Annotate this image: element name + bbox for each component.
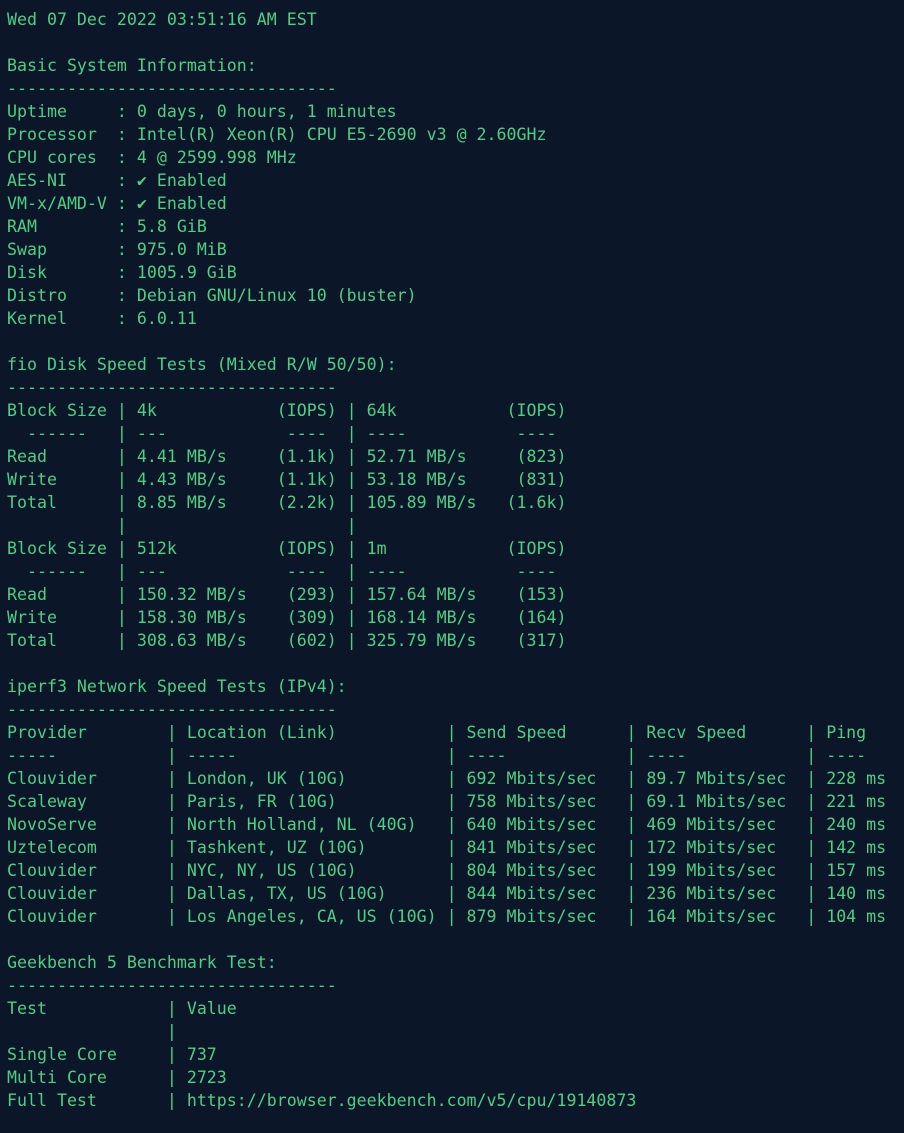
iperf-table-separator: ----- | ----- | ---- | ---- | ---- xyxy=(7,746,867,765)
fio-table-separator: ------ | --- ---- | ---- ---- xyxy=(7,562,557,581)
geekbench-table-spacer: | xyxy=(7,1022,177,1041)
iperf-table-header: Provider | Location (Link) | Send Speed … xyxy=(7,723,867,742)
fio-table-header: Block Size | 512k (IOPS) | 1m (IOPS) xyxy=(7,539,567,558)
section-divider: --------------------------------- xyxy=(7,976,337,995)
iperf-table-row: Clouvider | Los Angeles, CA, US (10G) | … xyxy=(7,907,887,926)
section-heading-geekbench: Geekbench 5 Benchmark Test: xyxy=(7,953,277,972)
iperf-table-row: Clouvider | London, UK (10G) | 692 Mbits… xyxy=(7,769,887,788)
section-heading-basic-system: Basic System Information: xyxy=(7,56,257,75)
info-vm-x: VM-x/AMD-V : ✔ Enabled xyxy=(7,194,227,213)
iperf-table-row: Clouvider | NYC, NY, US (10G) | 804 Mbit… xyxy=(7,861,887,880)
info-processor: Processor : Intel(R) Xeon(R) CPU E5-2690… xyxy=(7,125,547,144)
fio-table-row: Write | 158.30 MB/s (309) | 168.14 MB/s … xyxy=(7,608,567,627)
geekbench-full-test-link: Full Test | https://browser.geekbench.co… xyxy=(7,1091,637,1110)
terminal-output: Wed 07 Dec 2022 03:51:16 AM EST Basic Sy… xyxy=(0,0,904,1133)
fio-table-row: Total | 8.85 MB/s (2.2k) | 105.89 MB/s (… xyxy=(7,493,567,512)
fio-table-row: Write | 4.43 MB/s (1.1k) | 53.18 MB/s (8… xyxy=(7,470,567,489)
iperf-table-row: Uztelecom | Tashkent, UZ (10G) | 841 Mbi… xyxy=(7,838,887,857)
fio-table-header: Block Size | 4k (IOPS) | 64k (IOPS) xyxy=(7,401,567,420)
iperf-table-row: Scaleway | Paris, FR (10G) | 758 Mbits/s… xyxy=(7,792,887,811)
timestamp-line: Wed 07 Dec 2022 03:51:16 AM EST xyxy=(7,10,317,29)
info-distro: Distro : Debian GNU/Linux 10 (buster) xyxy=(7,286,417,305)
fio-table-row: Total | 308.63 MB/s (602) | 325.79 MB/s … xyxy=(7,631,567,650)
fio-table-spacer: | | xyxy=(7,516,357,535)
info-ram: RAM : 5.8 GiB xyxy=(7,217,207,236)
section-heading-fio: fio Disk Speed Tests (Mixed R/W 50/50): xyxy=(7,355,397,374)
geekbench-multi-core: Multi Core | 2723 xyxy=(7,1068,227,1087)
section-heading-iperf3: iperf3 Network Speed Tests (IPv4): xyxy=(7,677,347,696)
section-divider: --------------------------------- xyxy=(7,79,337,98)
section-divider: --------------------------------- xyxy=(7,700,337,719)
iperf-table-row: NovoServe | North Holland, NL (40G) | 64… xyxy=(7,815,887,834)
geekbench-single-core: Single Core | 737 xyxy=(7,1045,217,1064)
iperf-table-row: Clouvider | Dallas, TX, US (10G) | 844 M… xyxy=(7,884,887,903)
info-aes-ni: AES-NI : ✔ Enabled xyxy=(7,171,227,190)
fio-table-row: Read | 150.32 MB/s (293) | 157.64 MB/s (… xyxy=(7,585,567,604)
info-cpu-cores: CPU cores : 4 @ 2599.998 MHz xyxy=(7,148,297,167)
geekbench-table-header: Test | Value xyxy=(7,999,237,1018)
info-disk: Disk : 1005.9 GiB xyxy=(7,263,237,282)
fio-table-separator: ------ | --- ---- | ---- ---- xyxy=(7,424,557,443)
fio-table-row: Read | 4.41 MB/s (1.1k) | 52.71 MB/s (82… xyxy=(7,447,567,466)
info-uptime: Uptime : 0 days, 0 hours, 1 minutes xyxy=(7,102,397,121)
info-swap: Swap : 975.0 MiB xyxy=(7,240,227,259)
info-kernel: Kernel : 6.0.11 xyxy=(7,309,197,328)
section-divider: --------------------------------- xyxy=(7,378,337,397)
